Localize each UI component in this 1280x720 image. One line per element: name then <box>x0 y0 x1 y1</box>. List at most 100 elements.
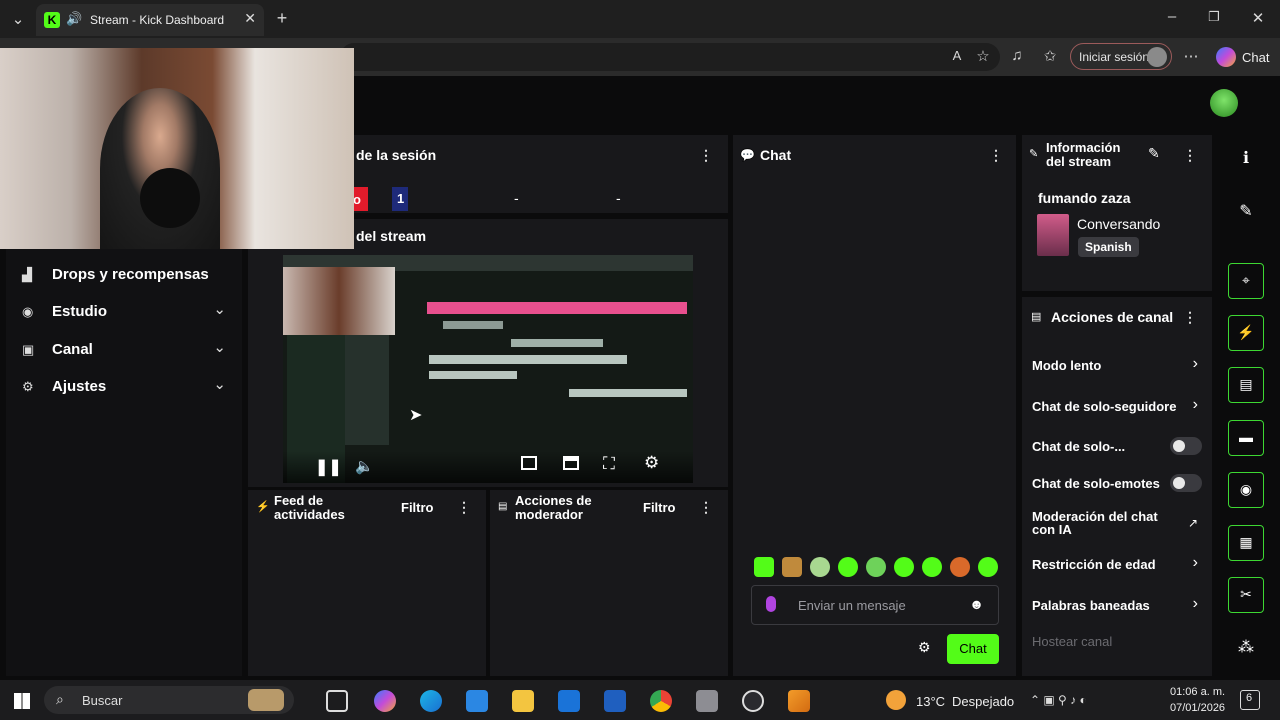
windows-taskbar: ⌕ Buscar 13°C Despejado ⌃ ▣ ⚲ ♪ ◐ 01:06 … <box>0 680 1280 720</box>
gear-icon: ⚙ <box>22 379 34 394</box>
volume-icon[interactable]: 🔈 <box>355 457 374 475</box>
chevron-right-icon: › <box>1192 396 1198 413</box>
ai-moderation-row[interactable]: Moderación del chat con IA ↗ <box>1032 504 1204 542</box>
chat-menu-icon[interactable]: ⋮ <box>989 148 1003 162</box>
sidebar-item-settings[interactable]: ⚙ Ajustes ⌄ <box>18 373 230 401</box>
age-restriction-row[interactable]: Restricción de edad › <box>1032 549 1204 579</box>
favorites-list-icon[interactable]: ✩ <box>1041 47 1059 65</box>
sidebar-item-label: Canal <box>52 341 93 358</box>
minimize-icon[interactable]: – <box>1164 8 1180 25</box>
chevron-right-icon: › <box>1192 595 1198 612</box>
copilot-icon[interactable] <box>1216 47 1236 67</box>
slow-mode-row[interactable]: Modo lento › <box>1032 350 1204 380</box>
user-avatar[interactable] <box>1210 89 1238 117</box>
activity-menu-icon[interactable]: ⋮ <box>457 500 471 514</box>
subscribers-only-toggle[interactable] <box>1170 437 1202 455</box>
new-tab-plus-icon[interactable]: + <box>272 8 292 29</box>
emote-icon[interactable] <box>950 557 970 577</box>
action-label: Hostear canal <box>1032 634 1113 649</box>
emote-icon[interactable] <box>866 557 886 577</box>
rail-capture-icon[interactable]: ⌖ <box>1228 263 1264 299</box>
browser-tab[interactable]: K 🔊 Stream - Kick Dashboard ✕ <box>36 4 264 36</box>
address-bar[interactable] <box>340 43 1000 71</box>
daw-waveform-4 <box>429 371 517 379</box>
media-control-icon[interactable]: ♫ <box>1008 47 1026 64</box>
emote-icon[interactable] <box>894 557 914 577</box>
maximize-icon[interactable]: ❐ <box>1206 9 1222 25</box>
edit-stream-info-icon[interactable]: ✎ <box>1148 145 1160 162</box>
rail-layout-icon[interactable]: ▦ <box>1228 525 1264 561</box>
rail-connections-icon[interactable]: ⁂ <box>1228 630 1264 666</box>
chevron-right-icon: › <box>1192 554 1198 571</box>
rail-lightning-icon[interactable]: ⚡ <box>1228 315 1264 351</box>
task-view-icon[interactable] <box>326 690 348 712</box>
tray-icons[interactable]: ⌃ ▣ ⚲ ♪ ◐ <box>1030 693 1087 707</box>
emote-icon[interactable] <box>978 557 998 577</box>
rail-document-icon[interactable]: ▤ <box>1228 367 1264 403</box>
sidebar-item-channel[interactable]: ▣ Canal ⌄ <box>18 336 230 364</box>
obs-icon[interactable] <box>742 690 764 712</box>
rail-chat-icon[interactable]: ▬ <box>1228 420 1264 456</box>
info-icon[interactable]: ℹ <box>1228 141 1264 177</box>
emote-icon[interactable] <box>922 557 942 577</box>
fullscreen-icon[interactable]: ⛶ <box>603 454 615 474</box>
sidebar-item-drops[interactable]: ▟ Drops y recompensas <box>18 261 230 289</box>
activity-filter-button[interactable]: Filtro <box>401 500 434 515</box>
read-aloud-icon[interactable]: A <box>948 48 966 63</box>
microphone-icon[interactable] <box>766 596 776 612</box>
window-close-icon[interactable]: ✕ <box>1250 9 1266 27</box>
video-settings-gear-icon[interactable]: ⚙ <box>644 453 659 473</box>
clock-time[interactable]: 01:06 a. m. <box>1170 686 1225 698</box>
chrome-icon[interactable] <box>650 690 672 712</box>
emoji-picker-icon[interactable]: ☻ <box>969 596 984 612</box>
tab-title: Stream - Kick Dashboard <box>90 13 225 27</box>
rail-broadcast-icon[interactable]: ◉ <box>1228 472 1264 508</box>
microphone-app-icon[interactable] <box>696 690 718 712</box>
daw-playlist-track-pink <box>427 302 687 314</box>
fl-studio-icon[interactable] <box>788 690 810 712</box>
stream-title: fumando zaza <box>1038 190 1131 206</box>
edge-icon[interactable] <box>420 690 442 712</box>
emote-icon[interactable] <box>754 557 774 577</box>
copilot-chat-label[interactable]: Chat <box>1242 50 1269 65</box>
emote-icon[interactable] <box>782 557 802 577</box>
favorite-star-icon[interactable]: ☆ <box>974 47 992 65</box>
taskbar-search[interactable]: ⌕ Buscar <box>44 686 294 714</box>
mod-filter-button[interactable]: Filtro <box>643 500 676 515</box>
mod-actions-title: Acciones de moderador <box>515 494 592 522</box>
theater-mode-icon[interactable] <box>563 456 579 470</box>
copilot-taskbar-icon[interactable] <box>374 690 396 712</box>
chat-send-button[interactable]: Chat <box>947 634 999 664</box>
channel-actions-menu-icon[interactable]: ⋮ <box>1183 310 1197 324</box>
edit-icon[interactable]: ✎ <box>1228 194 1264 230</box>
stream-preview-video[interactable]: ❚❚ 🔈 ⛶ ⚙ ➤ <box>283 255 693 483</box>
pause-icon[interactable]: ❚❚ <box>315 457 342 477</box>
category-name: Conversando <box>1077 216 1161 232</box>
sidebar-item-studio[interactable]: ◉ Estudio ⌄ <box>18 298 230 326</box>
outlook-icon[interactable] <box>558 690 580 712</box>
windows-start-icon[interactable] <box>14 693 30 709</box>
tab-list-chevron-icon[interactable]: ⌄ <box>8 10 28 28</box>
file-explorer-icon[interactable] <box>512 690 534 712</box>
store-icon[interactable] <box>466 690 488 712</box>
emote-icon[interactable] <box>810 557 830 577</box>
tab-audio-icon[interactable]: 🔊 <box>66 11 82 27</box>
app-icon[interactable] <box>604 690 626 712</box>
host-channel-row[interactable]: Hostear canal <box>1032 626 1204 656</box>
session-menu-icon[interactable]: ⋮ <box>699 148 713 162</box>
profile-avatar-icon <box>1147 47 1167 67</box>
emotes-only-toggle[interactable] <box>1170 474 1202 492</box>
tab-close-icon[interactable]: ✕ <box>244 10 256 27</box>
clock-date[interactable]: 07/01/2026 <box>1170 702 1225 714</box>
chat-settings-gear-icon[interactable]: ⚙ <box>918 639 931 656</box>
picture-in-picture-icon[interactable] <box>521 456 537 470</box>
banned-words-row[interactable]: Palabras baneadas › <box>1032 590 1204 620</box>
signin-button[interactable]: Iniciar sesión <box>1070 43 1172 70</box>
stream-info-menu-icon[interactable]: ⋮ <box>1183 148 1197 162</box>
emote-icon[interactable] <box>838 557 858 577</box>
chat-input[interactable]: Enviar un mensaje ☻ <box>751 585 999 625</box>
followers-only-row[interactable]: Chat de solo-seguidore › <box>1032 391 1204 421</box>
more-menu-icon[interactable]: ⋯ <box>1182 47 1200 65</box>
mod-menu-icon[interactable]: ⋮ <box>699 500 713 514</box>
rail-wrench-icon[interactable]: ✂ <box>1228 577 1264 613</box>
